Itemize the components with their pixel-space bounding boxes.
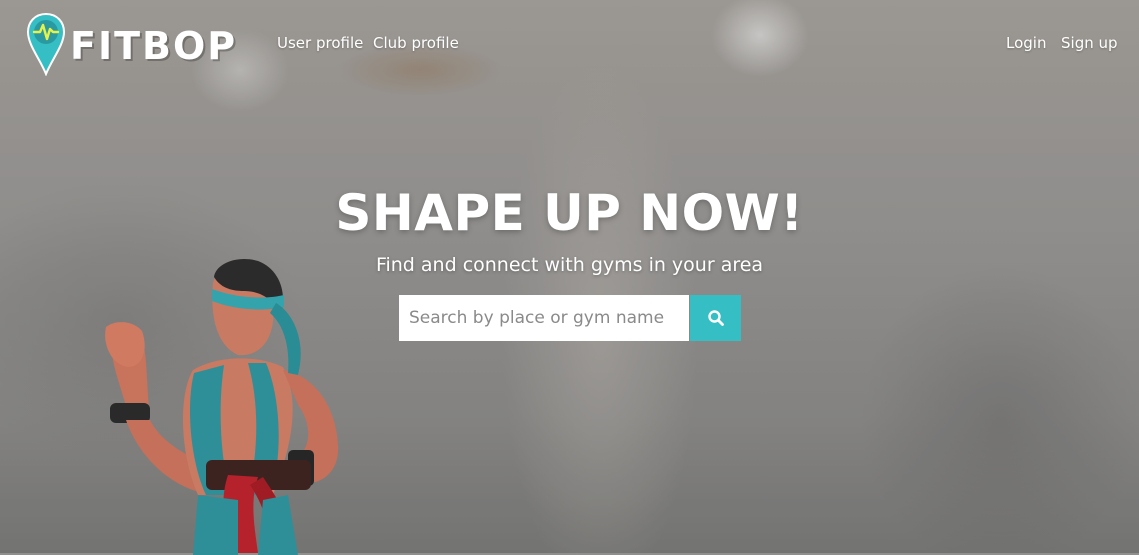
nav-link-sign-up[interactable]: Sign up — [1061, 34, 1118, 52]
hero-subheadline: Find and connect with gyms in your area — [375, 254, 764, 276]
nav-link-user-profile[interactable]: User profile — [277, 34, 363, 52]
search-icon — [707, 310, 724, 326]
search-button[interactable] — [690, 295, 741, 341]
action-figure-image — [105, 258, 339, 555]
hero-headline: SHAPE UP NOW! — [335, 184, 804, 242]
top-navbar: FITBOP User profile Club profile Login S… — [0, 0, 1139, 85]
brand-logo[interactable]: FITBOP — [26, 12, 241, 76]
brand-name: FITBOP — [70, 24, 238, 68]
nav-link-login[interactable]: Login — [1006, 34, 1046, 52]
gym-search-input[interactable] — [399, 295, 689, 341]
map-pin-pulse-icon — [26, 12, 66, 76]
nav-link-club-profile[interactable]: Club profile — [373, 34, 459, 52]
